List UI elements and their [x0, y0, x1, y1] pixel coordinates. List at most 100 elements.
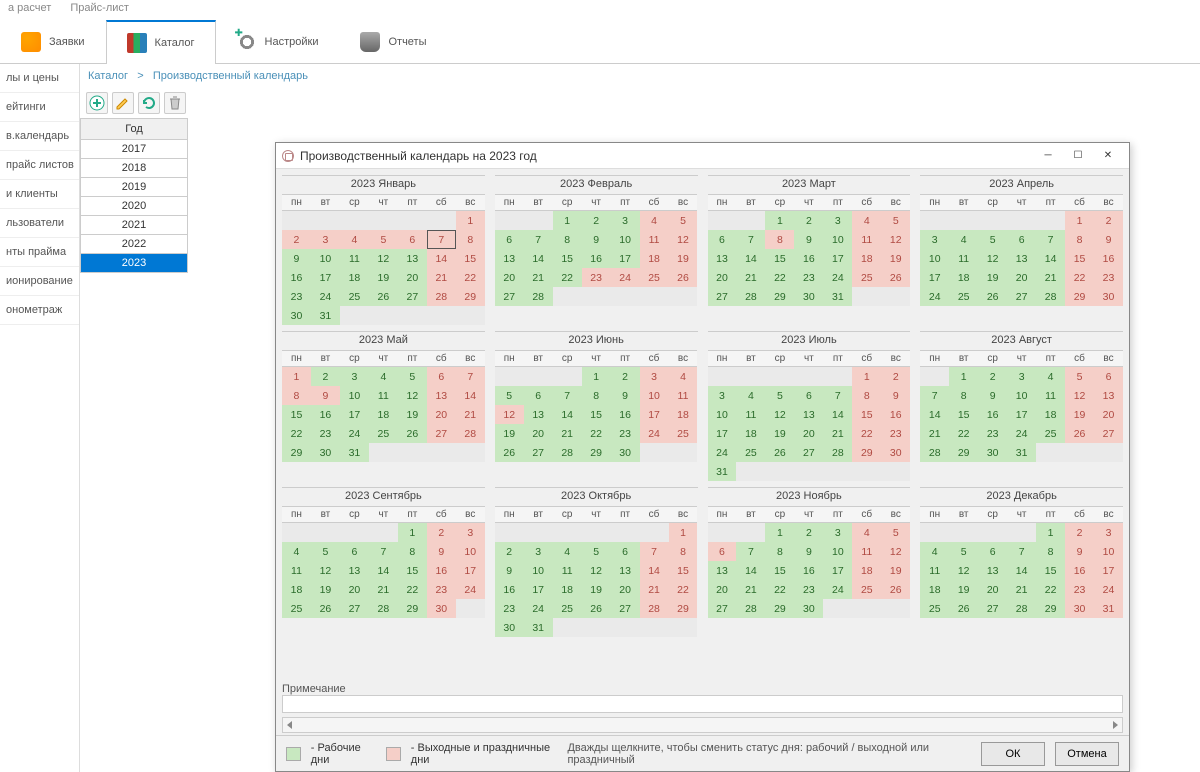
day-cell[interactable]: 6 [611, 542, 640, 561]
day-cell[interactable]: 9 [1094, 230, 1123, 249]
day-cell[interactable]: 22 [765, 580, 794, 599]
day-cell[interactable]: 20 [495, 268, 524, 287]
day-cell[interactable]: 21 [553, 424, 582, 443]
day-cell[interactable]: 27 [978, 599, 1007, 618]
day-cell[interactable]: 31 [340, 443, 369, 462]
day-cell[interactable]: 2 [582, 211, 611, 230]
day-cell[interactable]: 2 [978, 367, 1007, 386]
day-cell[interactable]: 6 [708, 230, 737, 249]
day-cell[interactable]: 10 [456, 542, 485, 561]
day-cell[interactable]: 7 [920, 386, 949, 405]
day-cell[interactable]: 12 [311, 561, 340, 580]
day-cell[interactable]: 25 [340, 287, 369, 306]
day-cell[interactable]: 11 [369, 386, 398, 405]
day-cell[interactable]: 7 [524, 230, 553, 249]
day-cell[interactable]: 8 [282, 386, 311, 405]
delete-button[interactable] [164, 92, 186, 114]
day-cell[interactable]: 9 [495, 561, 524, 580]
sidebar-item[interactable]: нты прайма [0, 238, 79, 267]
day-cell[interactable]: 17 [1094, 561, 1123, 580]
day-cell[interactable]: 24 [611, 268, 640, 287]
day-cell[interactable]: 13 [708, 561, 737, 580]
day-cell[interactable]: 26 [765, 443, 794, 462]
day-cell[interactable]: 30 [282, 306, 311, 325]
day-cell[interactable]: 8 [553, 230, 582, 249]
day-cell[interactable]: 25 [1036, 424, 1065, 443]
day-cell[interactable]: 24 [524, 599, 553, 618]
day-cell[interactable]: 13 [398, 249, 427, 268]
day-cell[interactable]: 4 [852, 211, 881, 230]
day-cell[interactable]: 21 [736, 268, 765, 287]
day-cell[interactable]: 3 [611, 211, 640, 230]
minimize-button[interactable]: ─ [1033, 145, 1063, 167]
day-cell[interactable]: 8 [456, 230, 485, 249]
day-cell[interactable]: 2 [611, 367, 640, 386]
day-cell[interactable]: 21 [920, 424, 949, 443]
day-cell[interactable]: 7 [736, 542, 765, 561]
day-cell[interactable]: 23 [311, 424, 340, 443]
tab-настройки[interactable]: Настройки [216, 19, 340, 63]
day-cell[interactable]: 14 [736, 249, 765, 268]
day-cell[interactable]: 20 [398, 268, 427, 287]
day-cell[interactable]: 22 [456, 268, 485, 287]
day-cell[interactable]: 24 [920, 287, 949, 306]
day-cell[interactable]: 5 [398, 367, 427, 386]
day-cell[interactable]: 10 [311, 249, 340, 268]
day-cell[interactable]: 22 [765, 268, 794, 287]
day-cell[interactable]: 1 [949, 367, 978, 386]
day-cell[interactable]: 28 [427, 287, 456, 306]
day-cell[interactable]: 26 [881, 580, 910, 599]
day-cell[interactable]: 4 [736, 386, 765, 405]
day-cell[interactable]: 17 [1007, 405, 1036, 424]
day-cell[interactable]: 5 [881, 523, 910, 542]
day-cell[interactable]: 27 [427, 424, 456, 443]
day-cell[interactable]: 24 [311, 287, 340, 306]
day-cell[interactable]: 4 [553, 542, 582, 561]
day-cell[interactable]: 6 [794, 386, 823, 405]
day-cell[interactable]: 26 [669, 268, 698, 287]
day-cell[interactable]: 28 [736, 599, 765, 618]
day-cell[interactable]: 9 [311, 386, 340, 405]
day-cell[interactable]: 29 [456, 287, 485, 306]
day-cell[interactable]: 20 [524, 424, 553, 443]
day-cell[interactable]: 10 [920, 249, 949, 268]
day-cell[interactable]: 16 [495, 580, 524, 599]
day-cell[interactable]: 9 [282, 249, 311, 268]
day-cell[interactable]: 25 [553, 599, 582, 618]
day-cell[interactable]: 15 [582, 405, 611, 424]
day-cell[interactable]: 19 [311, 580, 340, 599]
day-cell[interactable]: 24 [1094, 580, 1123, 599]
day-cell[interactable]: 22 [852, 424, 881, 443]
day-cell[interactable]: 16 [1094, 249, 1123, 268]
day-cell[interactable]: 7 [736, 230, 765, 249]
day-cell[interactable]: 27 [611, 599, 640, 618]
sidebar-item[interactable]: лы и цены [0, 64, 79, 93]
day-cell[interactable]: 27 [524, 443, 553, 462]
day-cell[interactable]: 21 [524, 268, 553, 287]
day-cell[interactable]: 20 [427, 405, 456, 424]
sidebar-item[interactable]: в.календарь [0, 122, 79, 151]
day-cell[interactable]: 13 [1007, 249, 1036, 268]
day-cell[interactable]: 19 [582, 580, 611, 599]
day-cell[interactable]: 23 [978, 424, 1007, 443]
day-cell[interactable]: 22 [398, 580, 427, 599]
sidebar-item[interactable]: ейтинги [0, 93, 79, 122]
day-cell[interactable]: 25 [640, 268, 669, 287]
day-cell[interactable]: 28 [1007, 599, 1036, 618]
day-cell[interactable]: 12 [765, 405, 794, 424]
day-cell[interactable]: 13 [427, 386, 456, 405]
refresh-button[interactable] [138, 92, 160, 114]
day-cell[interactable]: 29 [582, 443, 611, 462]
day-cell[interactable]: 10 [340, 386, 369, 405]
day-cell[interactable]: 19 [669, 249, 698, 268]
day-cell[interactable]: 30 [1094, 287, 1123, 306]
day-cell[interactable]: 6 [978, 542, 1007, 561]
day-cell[interactable]: 4 [920, 542, 949, 561]
day-cell[interactable]: 4 [1036, 367, 1065, 386]
day-cell[interactable]: 4 [852, 523, 881, 542]
day-cell[interactable]: 22 [1036, 580, 1065, 599]
day-cell[interactable]: 25 [736, 443, 765, 462]
day-cell[interactable]: 29 [1036, 599, 1065, 618]
tab-отчеты[interactable]: Отчеты [339, 19, 447, 63]
day-cell[interactable]: 16 [311, 405, 340, 424]
